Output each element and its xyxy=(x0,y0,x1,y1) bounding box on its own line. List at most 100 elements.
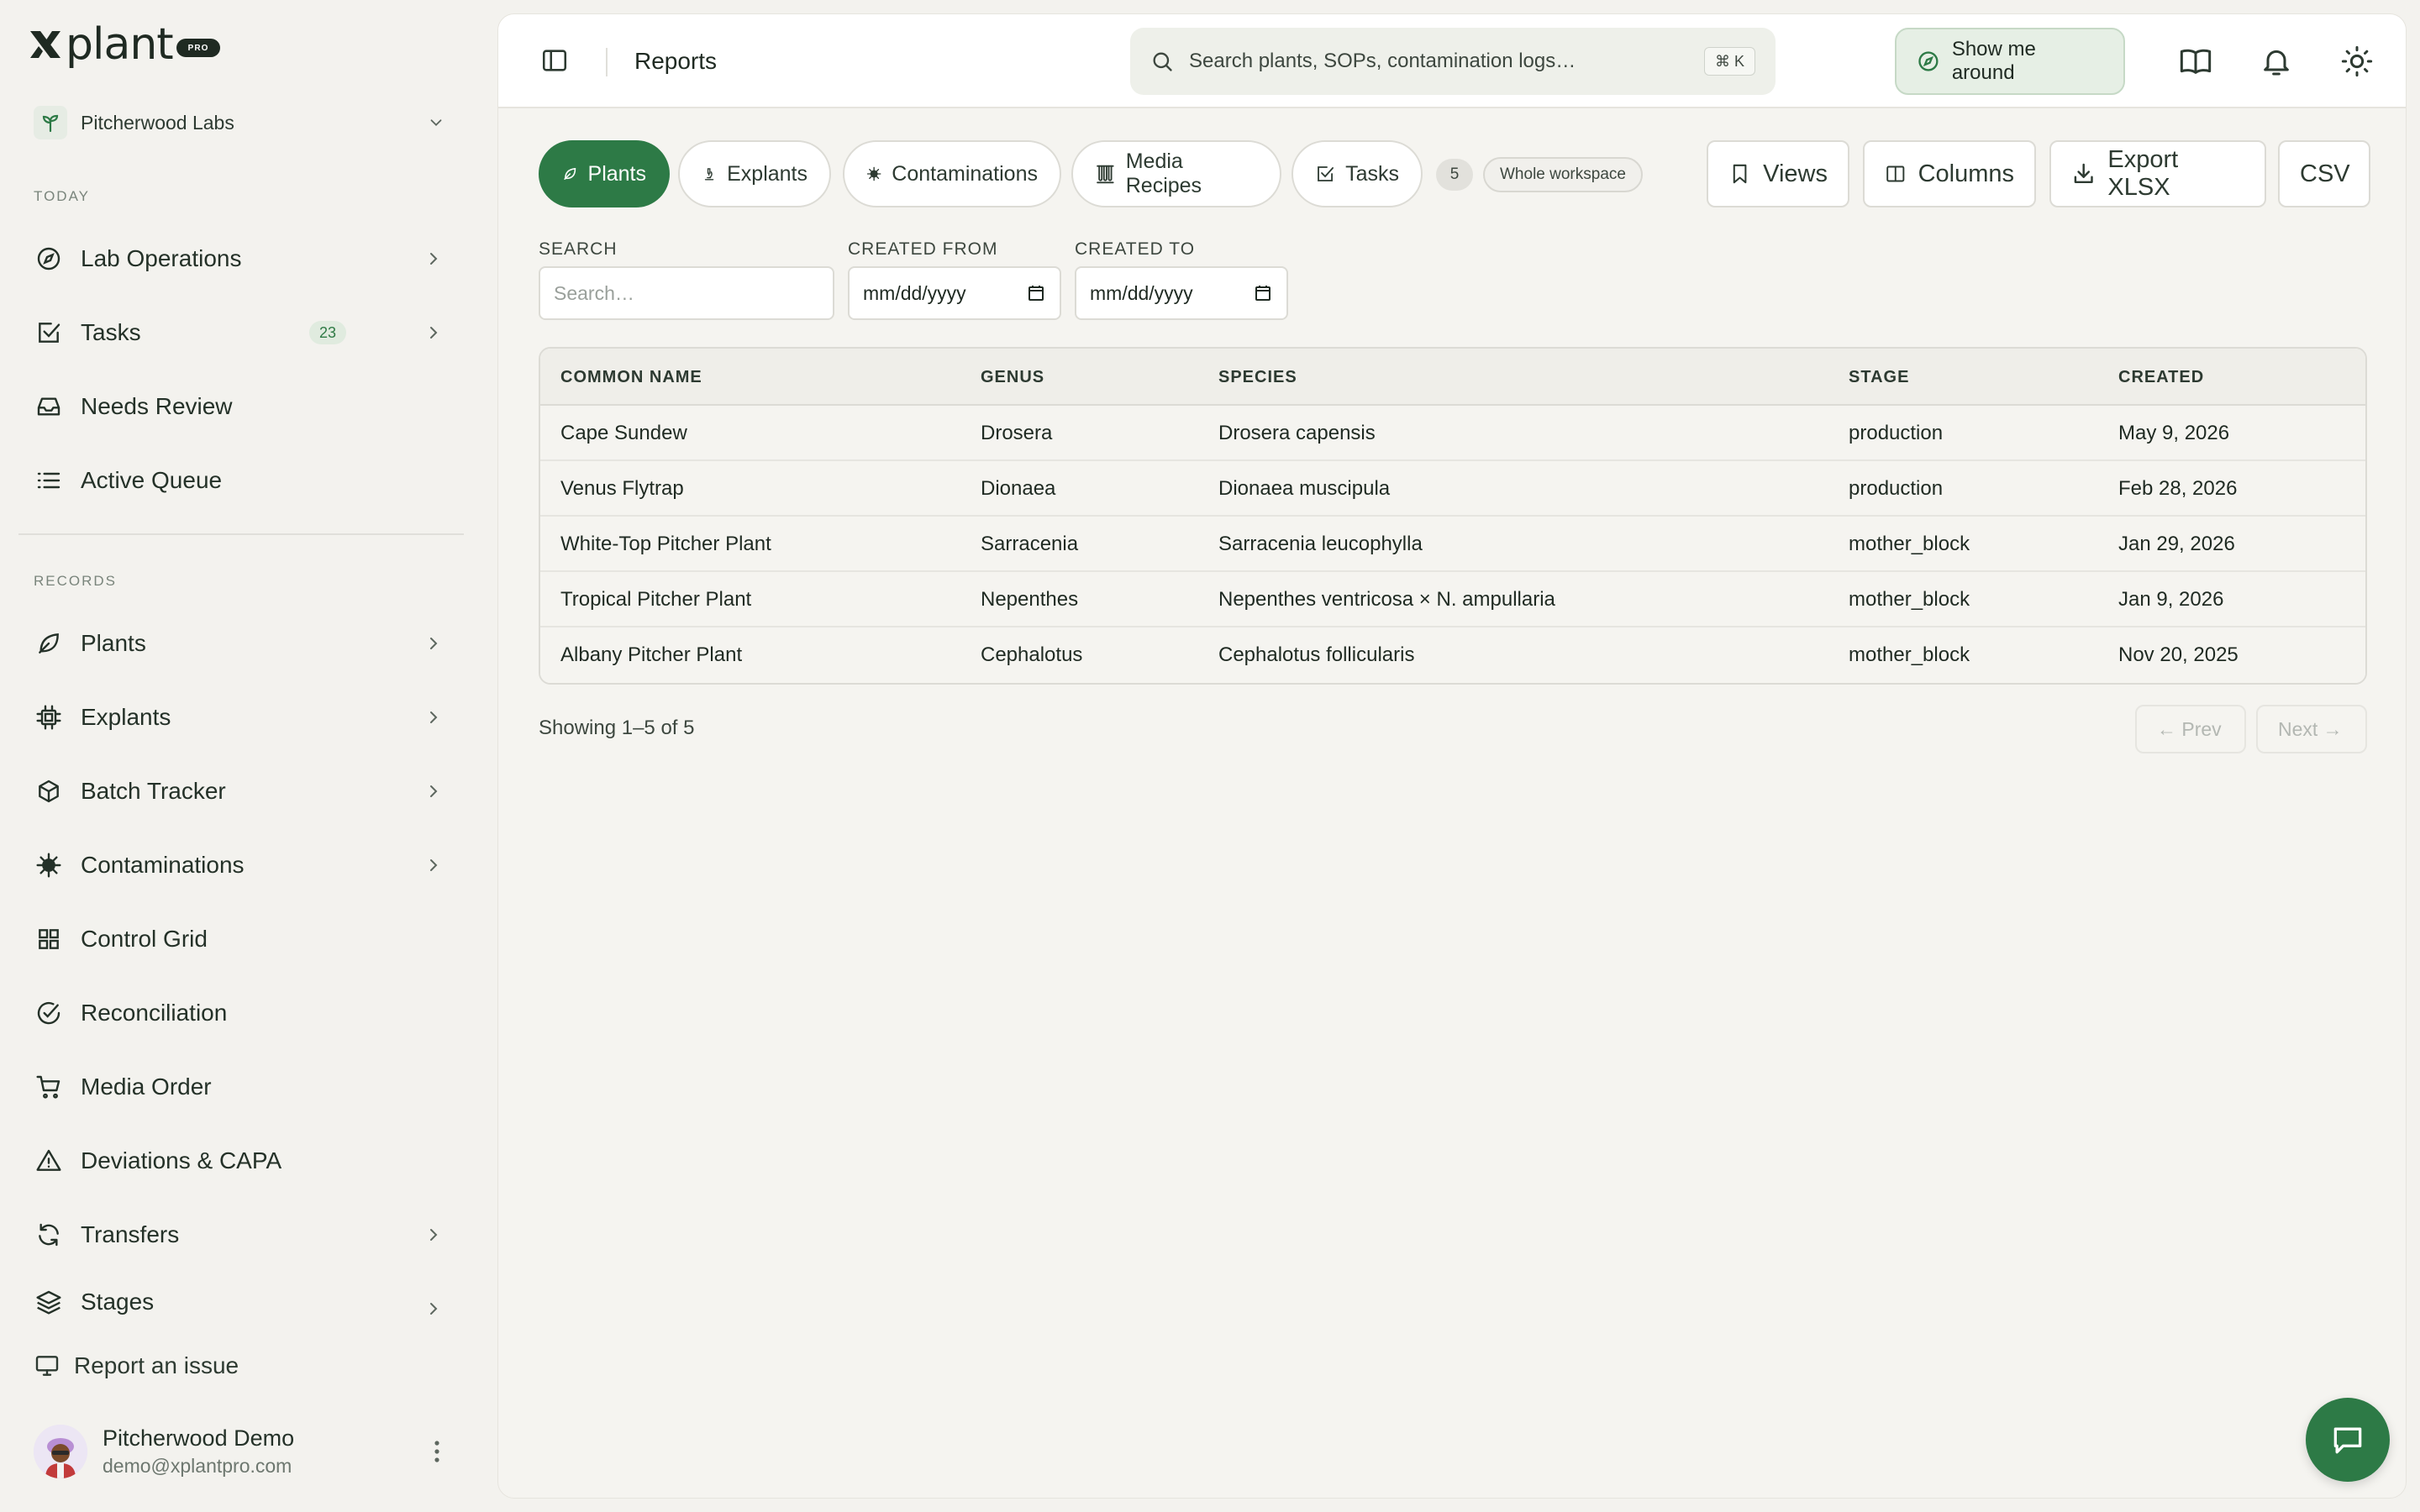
cell-genus: Sarracenia xyxy=(981,533,1079,555)
columns-label: Columns xyxy=(1918,160,2014,187)
created-from-value: mm/dd/yyyy xyxy=(863,281,966,304)
columns-button[interactable]: Columns xyxy=(1863,140,2036,207)
top-bar: Reports Search plants, SOPs, contaminati… xyxy=(498,14,2406,108)
brand-logo[interactable]: plant PRO xyxy=(27,19,221,70)
created-from-label: CREATED FROM xyxy=(848,239,998,259)
sidebar-item-active-queue[interactable]: Active Queue xyxy=(34,454,454,507)
cell-stage: production xyxy=(1849,422,1944,444)
column-header-common-name[interactable]: COMMON NAME xyxy=(560,368,702,387)
compass-icon xyxy=(34,244,64,274)
chevron-right-icon xyxy=(430,1229,438,1241)
microscope-icon xyxy=(704,168,714,181)
table-row[interactable]: Venus Flytrap Dionaea Dionaea muscipula … xyxy=(540,461,2365,517)
search-placeholder: Search plants, SOPs, contamination logs… xyxy=(1189,50,1576,72)
chevron-right-icon xyxy=(430,785,438,797)
sidebar-item-explants[interactable]: Explants xyxy=(34,690,454,744)
sidebar-item-label: Contaminations xyxy=(81,852,245,878)
tab-explants[interactable]: Explants xyxy=(678,140,831,207)
tab-plants[interactable]: Plants xyxy=(539,140,670,207)
columns-icon xyxy=(1886,165,1905,182)
column-header-genus[interactable]: GENUS xyxy=(981,368,1044,387)
tab-label: Tasks xyxy=(1345,161,1399,186)
cell-stage: mother_block xyxy=(1849,643,1970,666)
report-issue-link[interactable]: Report an issue xyxy=(34,1352,239,1379)
views-label: Views xyxy=(1763,160,1828,187)
record-count-badge: 5 xyxy=(1436,159,1473,191)
table-row[interactable]: Cape Sundew Drosera Drosera capensis pro… xyxy=(540,406,2365,461)
compass-icon xyxy=(1918,51,1939,71)
user-info: Pitcherwood Demo demo@xplantpro.com xyxy=(103,1425,294,1478)
views-button[interactable]: Views xyxy=(1707,140,1849,207)
sidebar-item-label: Deviations & CAPA xyxy=(81,1147,282,1173)
sidebar-item-batch-tracker[interactable]: Batch Tracker xyxy=(34,764,454,818)
org-switcher[interactable]: Pitcherwood Labs xyxy=(34,102,445,143)
sidebar-item-label: Needs Review xyxy=(81,393,233,419)
cell-species: Sarracenia leucophylla xyxy=(1218,533,1423,555)
created-from-input[interactable]: mm/dd/yyyy xyxy=(848,266,1061,320)
monitor-icon xyxy=(34,1352,60,1379)
sidebar-item-transfers[interactable]: Transfers xyxy=(34,1208,454,1262)
calendar-icon[interactable] xyxy=(1026,283,1046,303)
table-row[interactable]: Tropical Pitcher Plant Nepenthes Nepenth… xyxy=(540,572,2365,627)
cell-genus: Nepenthes xyxy=(981,588,1079,611)
cell-genus: Cephalotus xyxy=(981,643,1083,666)
cell-created: May 9, 2026 xyxy=(2118,422,2230,444)
next-page-button[interactable]: Next → xyxy=(2256,705,2367,753)
show-me-around-label: Show me around xyxy=(1951,38,2036,84)
prev-page-button[interactable]: ← Prev xyxy=(2135,705,2246,753)
tab-contaminations[interactable]: Contaminations xyxy=(843,140,1061,207)
sidebar-item-needs-review[interactable]: Needs Review xyxy=(34,380,454,433)
column-header-created[interactable]: CREATED xyxy=(2118,368,2204,387)
sidebar-item-label: Lab Operations xyxy=(81,245,242,271)
section-label-records: RECORDS xyxy=(34,573,118,589)
cell-common-name: Albany Pitcher Plant xyxy=(560,643,743,666)
search-filter-label: SEARCH xyxy=(539,239,618,259)
user-profile[interactable]: Pitcherwood Demo demo@xplantpro.com xyxy=(34,1420,454,1483)
layers-icon xyxy=(34,1287,64,1317)
search-icon xyxy=(1153,52,1172,71)
csv-button[interactable]: CSV xyxy=(2278,140,2370,207)
chip-icon xyxy=(34,702,64,732)
table-row[interactable]: White-Top Pitcher Plant Sarracenia Sarra… xyxy=(540,517,2365,572)
global-search[interactable]: Search plants, SOPs, contamination logs…… xyxy=(1130,28,1776,95)
chat-button[interactable] xyxy=(2306,1398,2390,1482)
cell-common-name: Venus Flytrap xyxy=(560,477,684,500)
cell-species: Drosera capensis xyxy=(1218,422,1376,444)
calendar-icon[interactable] xyxy=(1253,283,1273,303)
created-to-input[interactable]: mm/dd/yyyy xyxy=(1075,266,1288,320)
show-me-around-button[interactable]: Show me around xyxy=(1895,28,2125,95)
user-name: Pitcherwood Demo xyxy=(103,1425,295,1451)
export-xlsx-button[interactable]: Export XLSX xyxy=(2049,140,2266,207)
tab-label: Media Recipes xyxy=(1125,150,1202,197)
book-open-icon[interactable] xyxy=(2179,45,2212,78)
bell-icon[interactable] xyxy=(2260,45,2293,78)
sidebar-item-media-order[interactable]: Media Order xyxy=(34,1060,454,1114)
brand-name: plant xyxy=(66,19,174,70)
tab-media-recipes[interactable]: Media Recipes xyxy=(1071,140,1281,207)
sidebar-item-stages[interactable]: Stages xyxy=(34,1282,454,1322)
org-name: Pitcherwood Labs xyxy=(81,111,234,134)
cell-stage: mother_block xyxy=(1849,588,1970,611)
cell-created: Jan 9, 2026 xyxy=(2118,588,2224,611)
sidebar-item-contaminations[interactable]: Contaminations xyxy=(34,838,454,892)
sidebar-item-control-grid[interactable]: Control Grid xyxy=(34,912,454,966)
column-header-stage[interactable]: STAGE xyxy=(1849,368,1909,387)
tab-label: Explants xyxy=(727,161,808,186)
sidebar-item-tasks[interactable]: Tasks 23 xyxy=(34,306,454,360)
tab-tasks[interactable]: Tasks xyxy=(1292,140,1423,207)
table-row[interactable]: Albany Pitcher Plant Cephalotus Cephalot… xyxy=(540,627,2365,683)
scope-badge[interactable]: Whole workspace xyxy=(1483,157,1643,192)
chevron-right-icon xyxy=(430,859,438,871)
more-vertical-icon[interactable] xyxy=(434,1440,440,1463)
search-input[interactable]: Search… xyxy=(539,266,834,320)
sidebar-item-label: Batch Tracker xyxy=(81,778,226,804)
cell-created: Nov 20, 2025 xyxy=(2118,643,2238,666)
sidebar-item-reconciliation[interactable]: Reconciliation xyxy=(34,986,454,1040)
sidebar-item-lab-operations[interactable]: Lab Operations xyxy=(34,232,454,286)
column-header-species[interactable]: SPECIES xyxy=(1218,368,1297,387)
sidebar-item-plants[interactable]: Plants xyxy=(34,617,454,670)
sidebar-item-deviations-capa[interactable]: Deviations & CAPA xyxy=(34,1134,454,1188)
sun-icon[interactable] xyxy=(2340,45,2374,78)
sprout-icon xyxy=(34,106,67,139)
sidebar-toggle-icon[interactable] xyxy=(540,46,569,75)
